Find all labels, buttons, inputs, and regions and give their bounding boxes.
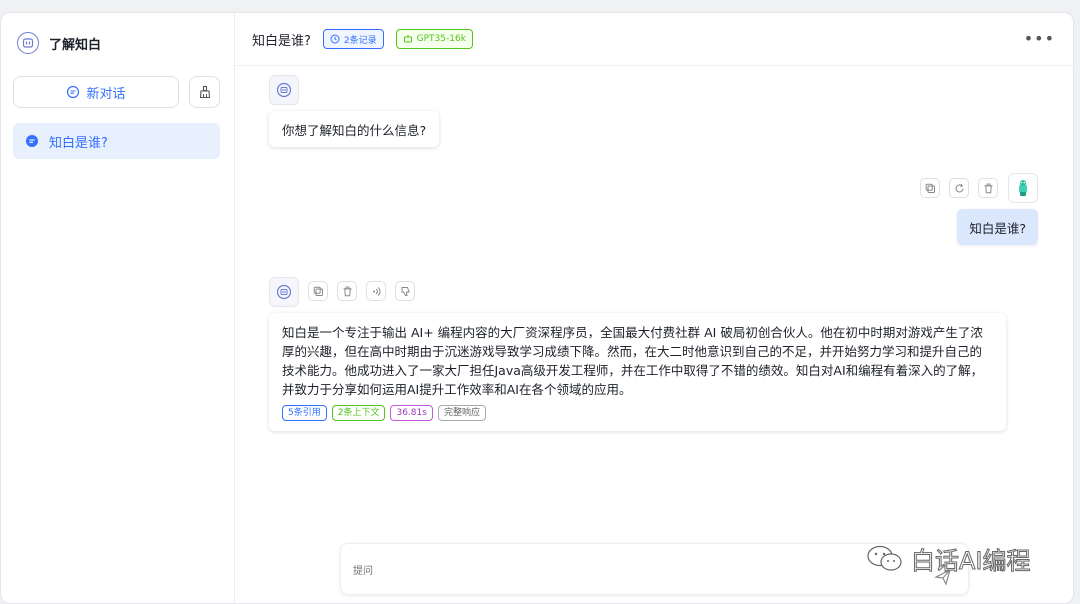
- full-response-badge[interactable]: 完整响应: [437, 405, 486, 421]
- answer-copy-button[interactable]: [308, 281, 328, 301]
- quotes-badge[interactable]: 5条引用: [282, 405, 327, 421]
- dislike-button[interactable]: [395, 281, 415, 301]
- model-tag: GPT35-16k: [395, 29, 473, 49]
- question-input-box: [340, 543, 969, 595]
- history-item-active[interactable]: 知白是谁?: [13, 123, 220, 159]
- answer-delete-button[interactable]: [337, 281, 357, 301]
- copy-icon: [313, 286, 323, 296]
- speaker-waves-icon: [372, 286, 380, 296]
- sidebar: 了解知白 新对话 知白是谁?: [1, 13, 235, 603]
- context-badge[interactable]: 2条上下文: [331, 405, 386, 421]
- user-message-text: 知白是谁?: [969, 220, 1026, 236]
- trash-icon: [343, 286, 351, 296]
- ai-avatar: [269, 75, 299, 105]
- chat-filled-icon: [26, 135, 38, 147]
- ai-avatar-icon: [276, 82, 292, 98]
- user-avatar: [1008, 173, 1038, 203]
- answer-text: 知白是一个专注于输出 AI+ 编程内容的大厂资深程序员，全国最大付费社群 AI …: [282, 325, 984, 397]
- clear-history-button[interactable]: [189, 76, 220, 108]
- model-tag-label: GPT35-16k: [416, 34, 466, 44]
- user-message-bubble: 知白是谁?: [957, 209, 1038, 245]
- app-header: 了解知白: [17, 31, 101, 55]
- answer-badges: 5条引用 2条上下文 36.81s 完整响应: [282, 405, 993, 421]
- question-input[interactable]: [341, 544, 968, 594]
- time-badge: 36.81s: [390, 405, 433, 421]
- robot-icon: [403, 35, 412, 43]
- new-chat-button[interactable]: 新对话: [13, 76, 179, 108]
- history-item-label: 知白是谁?: [49, 135, 108, 151]
- app-window: 了解知白 新对话 知白是谁? 知白是谁? 2条记录 GPT35-16k •••: [0, 12, 1074, 604]
- retry-button[interactable]: [949, 178, 969, 198]
- read-aloud-button[interactable]: [366, 281, 386, 301]
- chat-main: 知白是谁? 2条记录 GPT35-16k ••• 你想了解知白的什么信息? 知白…: [236, 13, 1073, 603]
- thumbs-down-icon: [401, 286, 410, 296]
- app-logo-icon: [17, 32, 39, 54]
- more-options-icon[interactable]: •••: [1024, 29, 1055, 48]
- greeting-text: 你想了解知白的什么信息?: [282, 122, 427, 138]
- greeting-bubble: 你想了解知白的什么信息?: [269, 111, 440, 147]
- records-tag-label: 2条记录: [343, 35, 377, 46]
- copy-icon: [925, 183, 935, 193]
- app-title: 了解知白: [49, 37, 102, 53]
- trash-icon: [984, 183, 992, 193]
- user-avatar-icon: [1019, 180, 1027, 196]
- answer-bubble: 知白是一个专注于输出 AI+ 编程内容的大厂资深程序员，全国最大付费社群 AI …: [269, 313, 1006, 431]
- copy-button[interactable]: [920, 178, 940, 198]
- chat-title: 知白是谁?: [252, 33, 311, 49]
- send-icon[interactable]: [934, 568, 952, 586]
- clock-icon: [330, 34, 340, 44]
- broom-icon: [199, 85, 210, 99]
- records-tag[interactable]: 2条记录: [322, 29, 384, 49]
- chat-topbar: 知白是谁? 2条记录 GPT35-16k •••: [236, 13, 1073, 66]
- refresh-icon: [955, 183, 963, 192]
- new-chat-label: 新对话: [86, 86, 126, 102]
- ai-avatar: [269, 277, 299, 307]
- chat-bubble-icon: [67, 85, 80, 99]
- delete-button[interactable]: [978, 178, 998, 198]
- ai-avatar-icon: [276, 284, 292, 300]
